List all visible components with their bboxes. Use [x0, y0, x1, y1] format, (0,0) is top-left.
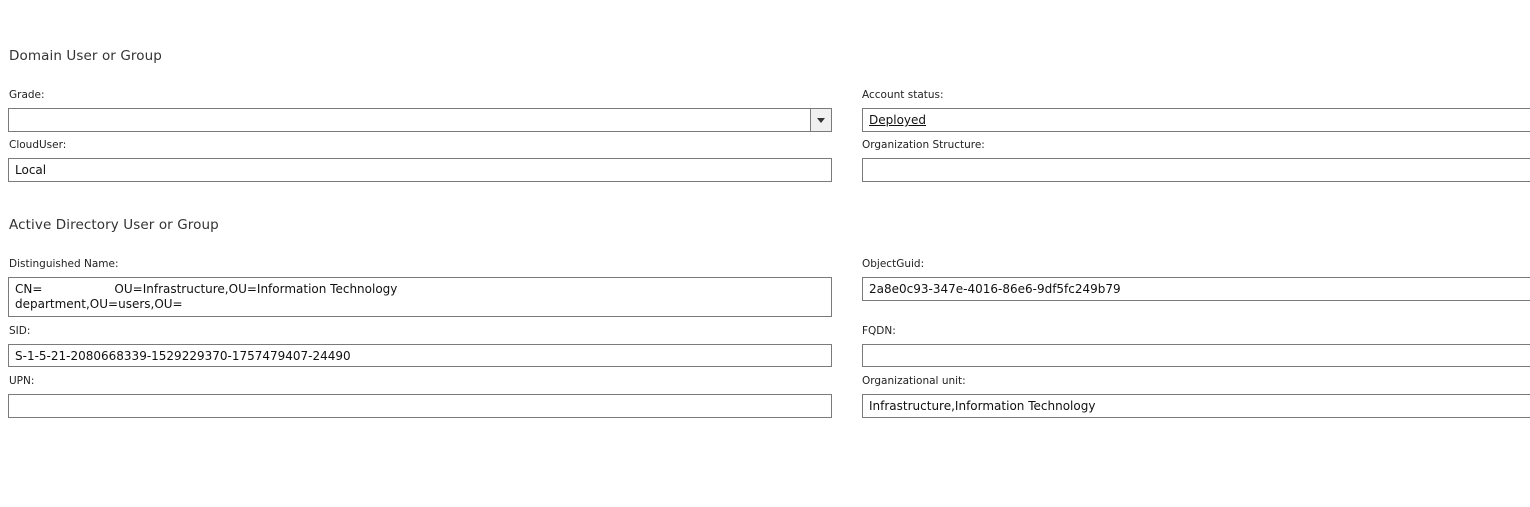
org-unit-label: Organizational unit: [862, 375, 966, 387]
distinguished-name-label: Distinguished Name: [9, 258, 119, 270]
grade-label: Grade: [9, 89, 45, 101]
fqdn-field[interactable] [862, 344, 1530, 367]
org-structure-field[interactable] [862, 158, 1530, 182]
grade-select[interactable] [8, 108, 832, 132]
object-guid-value: 2a8e0c93-347e-4016-86e6-9df5fc249b79 [869, 282, 1121, 296]
org-unit-field[interactable]: Infrastructure,Information Technology [862, 394, 1530, 418]
account-status-label: Account status: [862, 89, 944, 101]
chevron-down-icon [817, 117, 825, 123]
org-structure-label: Organization Structure: [862, 139, 985, 151]
upn-label: UPN: [9, 375, 35, 387]
distinguished-name-value: CN= OU=Infrastructure,OU=Information Tec… [15, 282, 398, 311]
sid-value: S-1-5-21-2080668339-1529229370-175747940… [15, 348, 351, 363]
sid-field[interactable]: S-1-5-21-2080668339-1529229370-175747940… [8, 344, 832, 367]
grade-dropdown-button[interactable] [810, 109, 831, 131]
upn-field[interactable] [8, 394, 832, 418]
distinguished-name-field[interactable]: CN= OU=Infrastructure,OU=Information Tec… [8, 277, 832, 317]
object-guid-field[interactable]: 2a8e0c93-347e-4016-86e6-9df5fc249b79 [862, 277, 1530, 301]
account-status-link[interactable]: Deployed [869, 113, 926, 127]
org-unit-value: Infrastructure,Information Technology [869, 399, 1096, 413]
domain-section-title: Domain User or Group [9, 48, 162, 64]
cloud-user-field[interactable]: Local [8, 158, 832, 182]
sid-label: SID: [9, 325, 31, 337]
object-guid-label: ObjectGuid: [862, 258, 925, 270]
account-status-field: Deployed [862, 108, 1530, 132]
cloud-user-label: CloudUser: [9, 139, 67, 151]
fqdn-label: FQDN: [862, 325, 896, 337]
ad-section-title: Active Directory User or Group [9, 217, 219, 233]
cloud-user-value: Local [15, 163, 47, 177]
